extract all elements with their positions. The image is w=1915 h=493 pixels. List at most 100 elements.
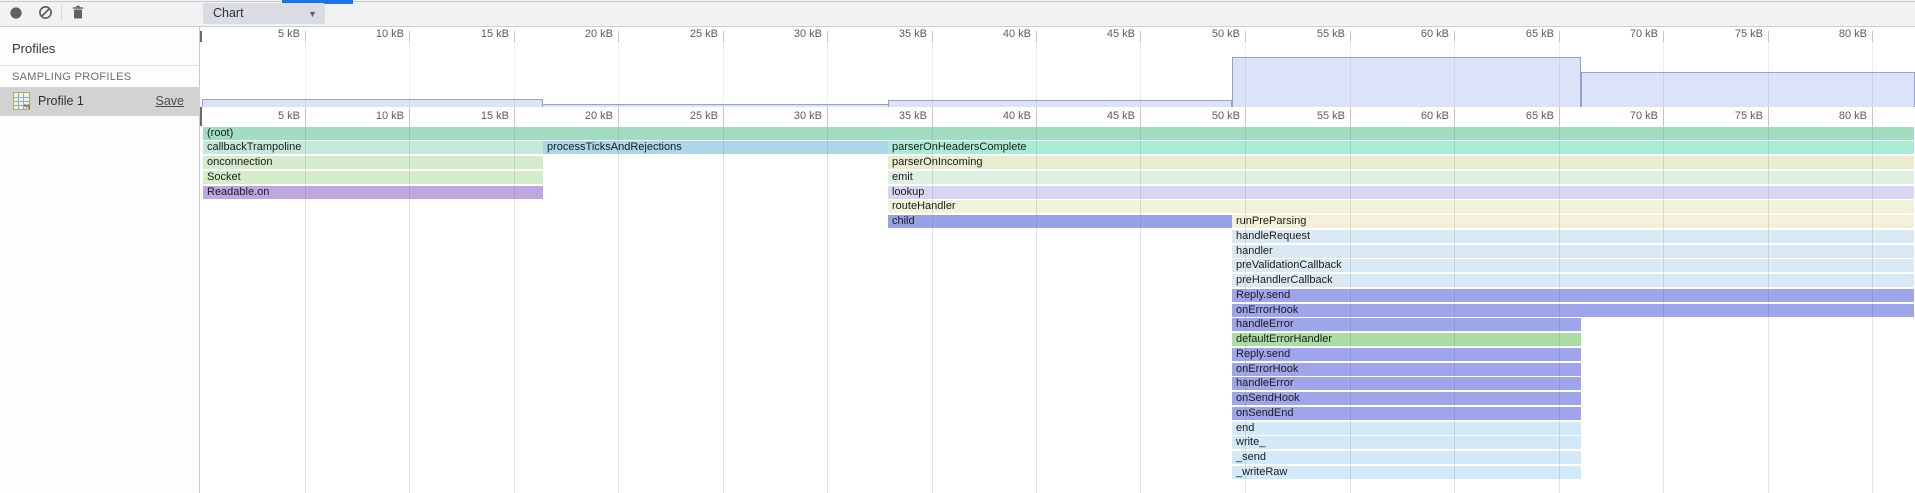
ruler-tick — [1350, 107, 1351, 126]
flame-gridline — [1872, 126, 1873, 493]
flame-bar-handleRequest[interactable]: handleRequest — [1232, 230, 1914, 243]
flame-bar-handleError[interactable]: handleError — [1232, 377, 1581, 390]
ruler-tick — [514, 31, 515, 42]
ruler-tick-label: 25 kB — [658, 28, 718, 40]
overview-gridline — [1140, 42, 1141, 107]
flame-gridline — [723, 126, 724, 493]
flame-chart-ruler: 5 kB10 kB15 kB20 kB25 kB30 kB35 kB40 kB4… — [200, 107, 1915, 126]
flame-gridline — [1245, 126, 1246, 493]
flame-bar-root[interactable]: (root) — [203, 127, 1914, 140]
flame-bar-Reply.send[interactable]: Reply.send — [1232, 348, 1581, 361]
flame-bar-Reply.send[interactable]: Reply.send — [1232, 289, 1914, 302]
flame-bar-defaultErrorHandler[interactable]: defaultErrorHandler — [1232, 333, 1581, 346]
delete-profile-button[interactable] — [68, 4, 88, 24]
flame-bar-onconnection[interactable]: onconnection — [203, 156, 543, 169]
save-profile-link[interactable]: Save — [156, 94, 185, 108]
overview-gridline — [1245, 42, 1246, 107]
overview-gridline — [1454, 42, 1455, 107]
flame-gridline — [1140, 126, 1141, 493]
ruler-tick-label: 50 kB — [1180, 28, 1240, 40]
record-icon — [9, 6, 23, 23]
flame-bar-Socket[interactable]: Socket — [203, 171, 543, 184]
flame-bar-callbackTrampoline[interactable]: callbackTrampoline — [203, 141, 543, 154]
ruler-origin-mark — [200, 31, 202, 42]
ruler-tick-label: 65 kB — [1494, 28, 1554, 40]
flame-bar-emit[interactable]: emit — [888, 171, 1914, 184]
ruler-tick-label: 20 kB — [553, 110, 613, 122]
flame-bar-_writeRaw[interactable]: _writeRaw — [1232, 466, 1581, 479]
ruler-tick — [305, 107, 306, 126]
ruler-tick-label: 10 kB — [344, 110, 404, 122]
flame-bar-onSendHook[interactable]: onSendHook — [1232, 392, 1581, 405]
flame-bar-parserOnIncoming[interactable]: parserOnIncoming — [888, 156, 1914, 169]
flame-bar-onErrorHook[interactable]: onErrorHook — [1232, 304, 1914, 317]
ruler-tick — [1454, 31, 1455, 42]
ruler-tick — [1872, 31, 1873, 42]
ruler-tick — [1454, 107, 1455, 126]
flame-gridline — [514, 126, 515, 493]
flame-bar-preHandlerCallback[interactable]: preHandlerCallback — [1232, 274, 1914, 287]
flame-bar-handler[interactable]: handler — [1232, 245, 1914, 258]
ruler-tick-label: 5 kB — [240, 28, 300, 40]
flame-gridline — [1663, 126, 1664, 493]
flame-bar-onErrorHook[interactable]: onErrorHook — [1232, 363, 1581, 376]
ruler-tick — [723, 107, 724, 126]
ruler-tick-label: 15 kB — [449, 110, 509, 122]
ruler-tick-label: 30 kB — [762, 28, 822, 40]
ruler-tick-label: 80 kB — [1807, 28, 1867, 40]
overview-silhouette[interactable] — [200, 42, 1915, 107]
view-mode-selected-value: Chart — [213, 6, 244, 20]
ruler-tick — [409, 31, 410, 42]
flame-bar-write_[interactable]: write_ — [1232, 436, 1581, 449]
overview-step — [1232, 57, 1581, 107]
profile-name: Profile 1 — [38, 94, 84, 108]
ruler-tick — [514, 107, 515, 126]
overview-step — [1581, 72, 1915, 107]
flame-gridline — [409, 126, 410, 493]
flame-bar-Readable.on[interactable]: Readable.on — [203, 186, 543, 199]
flame-gridline — [1036, 126, 1037, 493]
record-button[interactable] — [6, 4, 26, 24]
ruler-tick — [1140, 107, 1141, 126]
ruler-tick — [827, 107, 828, 126]
flame-chart-pane: 5 kB10 kB15 kB20 kB25 kB30 kB35 kB40 kB4… — [200, 27, 1915, 493]
flame-bar-runPreParsing[interactable]: runPreParsing — [1232, 215, 1914, 228]
overview-gridline — [409, 42, 410, 107]
ruler-tick — [1245, 107, 1246, 126]
overview-gridline — [1350, 42, 1351, 107]
flame-bar-handleError[interactable]: handleError — [1232, 318, 1581, 331]
ruler-tick-label: 60 kB — [1389, 110, 1449, 122]
ruler-tick — [1559, 31, 1560, 42]
view-mode-select[interactable]: Chart ▼ — [203, 3, 325, 24]
flame-bar-child[interactable]: child — [888, 215, 1232, 228]
flame-bar-preValidationCallback[interactable]: preValidationCallback — [1232, 259, 1914, 272]
sidebar-item-profile-1[interactable]: % Profile 1 Save — [0, 87, 200, 116]
flame-bar-lookup[interactable]: lookup — [888, 186, 1914, 199]
ruler-tick — [932, 107, 933, 126]
ruler-tick — [1350, 31, 1351, 42]
ruler-tick-label: 15 kB — [449, 28, 509, 40]
ruler-tick — [1559, 107, 1560, 126]
flame-bar-_send[interactable]: _send — [1232, 451, 1581, 464]
flame-bar-routeHandler[interactable]: routeHandler — [888, 200, 1914, 213]
overview-ruler: 5 kB10 kB15 kB20 kB25 kB30 kB35 kB40 kB4… — [200, 27, 1915, 42]
ruler-tick — [1872, 107, 1873, 126]
flame-chart[interactable]: (root)callbackTrampolineprocessTicksAndR… — [200, 126, 1915, 493]
clear-button[interactable] — [35, 4, 55, 24]
flame-bar-parserOnHeadersComplete[interactable]: parserOnHeadersComplete — [888, 141, 1914, 154]
ruler-tick-label: 20 kB — [553, 28, 613, 40]
flame-bar-end[interactable]: end — [1232, 422, 1581, 435]
flame-bar-processTicksAndRejections[interactable]: processTicksAndRejections — [543, 141, 888, 154]
ruler-tick — [618, 31, 619, 42]
flame-gridline — [1454, 126, 1455, 493]
ruler-tick-label: 45 kB — [1075, 110, 1135, 122]
flame-gridline — [618, 126, 619, 493]
memory-profiler-panel: Chart ▼ Profiles SAMPLING PROFILES % Pro… — [0, 0, 1915, 493]
overview-gridline — [514, 42, 515, 107]
flame-gridline — [1350, 126, 1351, 493]
overview-gridline — [1768, 42, 1769, 107]
ruler-tick — [305, 31, 306, 42]
flame-bar-onSendEnd[interactable]: onSendEnd — [1232, 407, 1581, 420]
ruler-tick — [409, 107, 410, 126]
toolbar-separator — [61, 5, 62, 21]
